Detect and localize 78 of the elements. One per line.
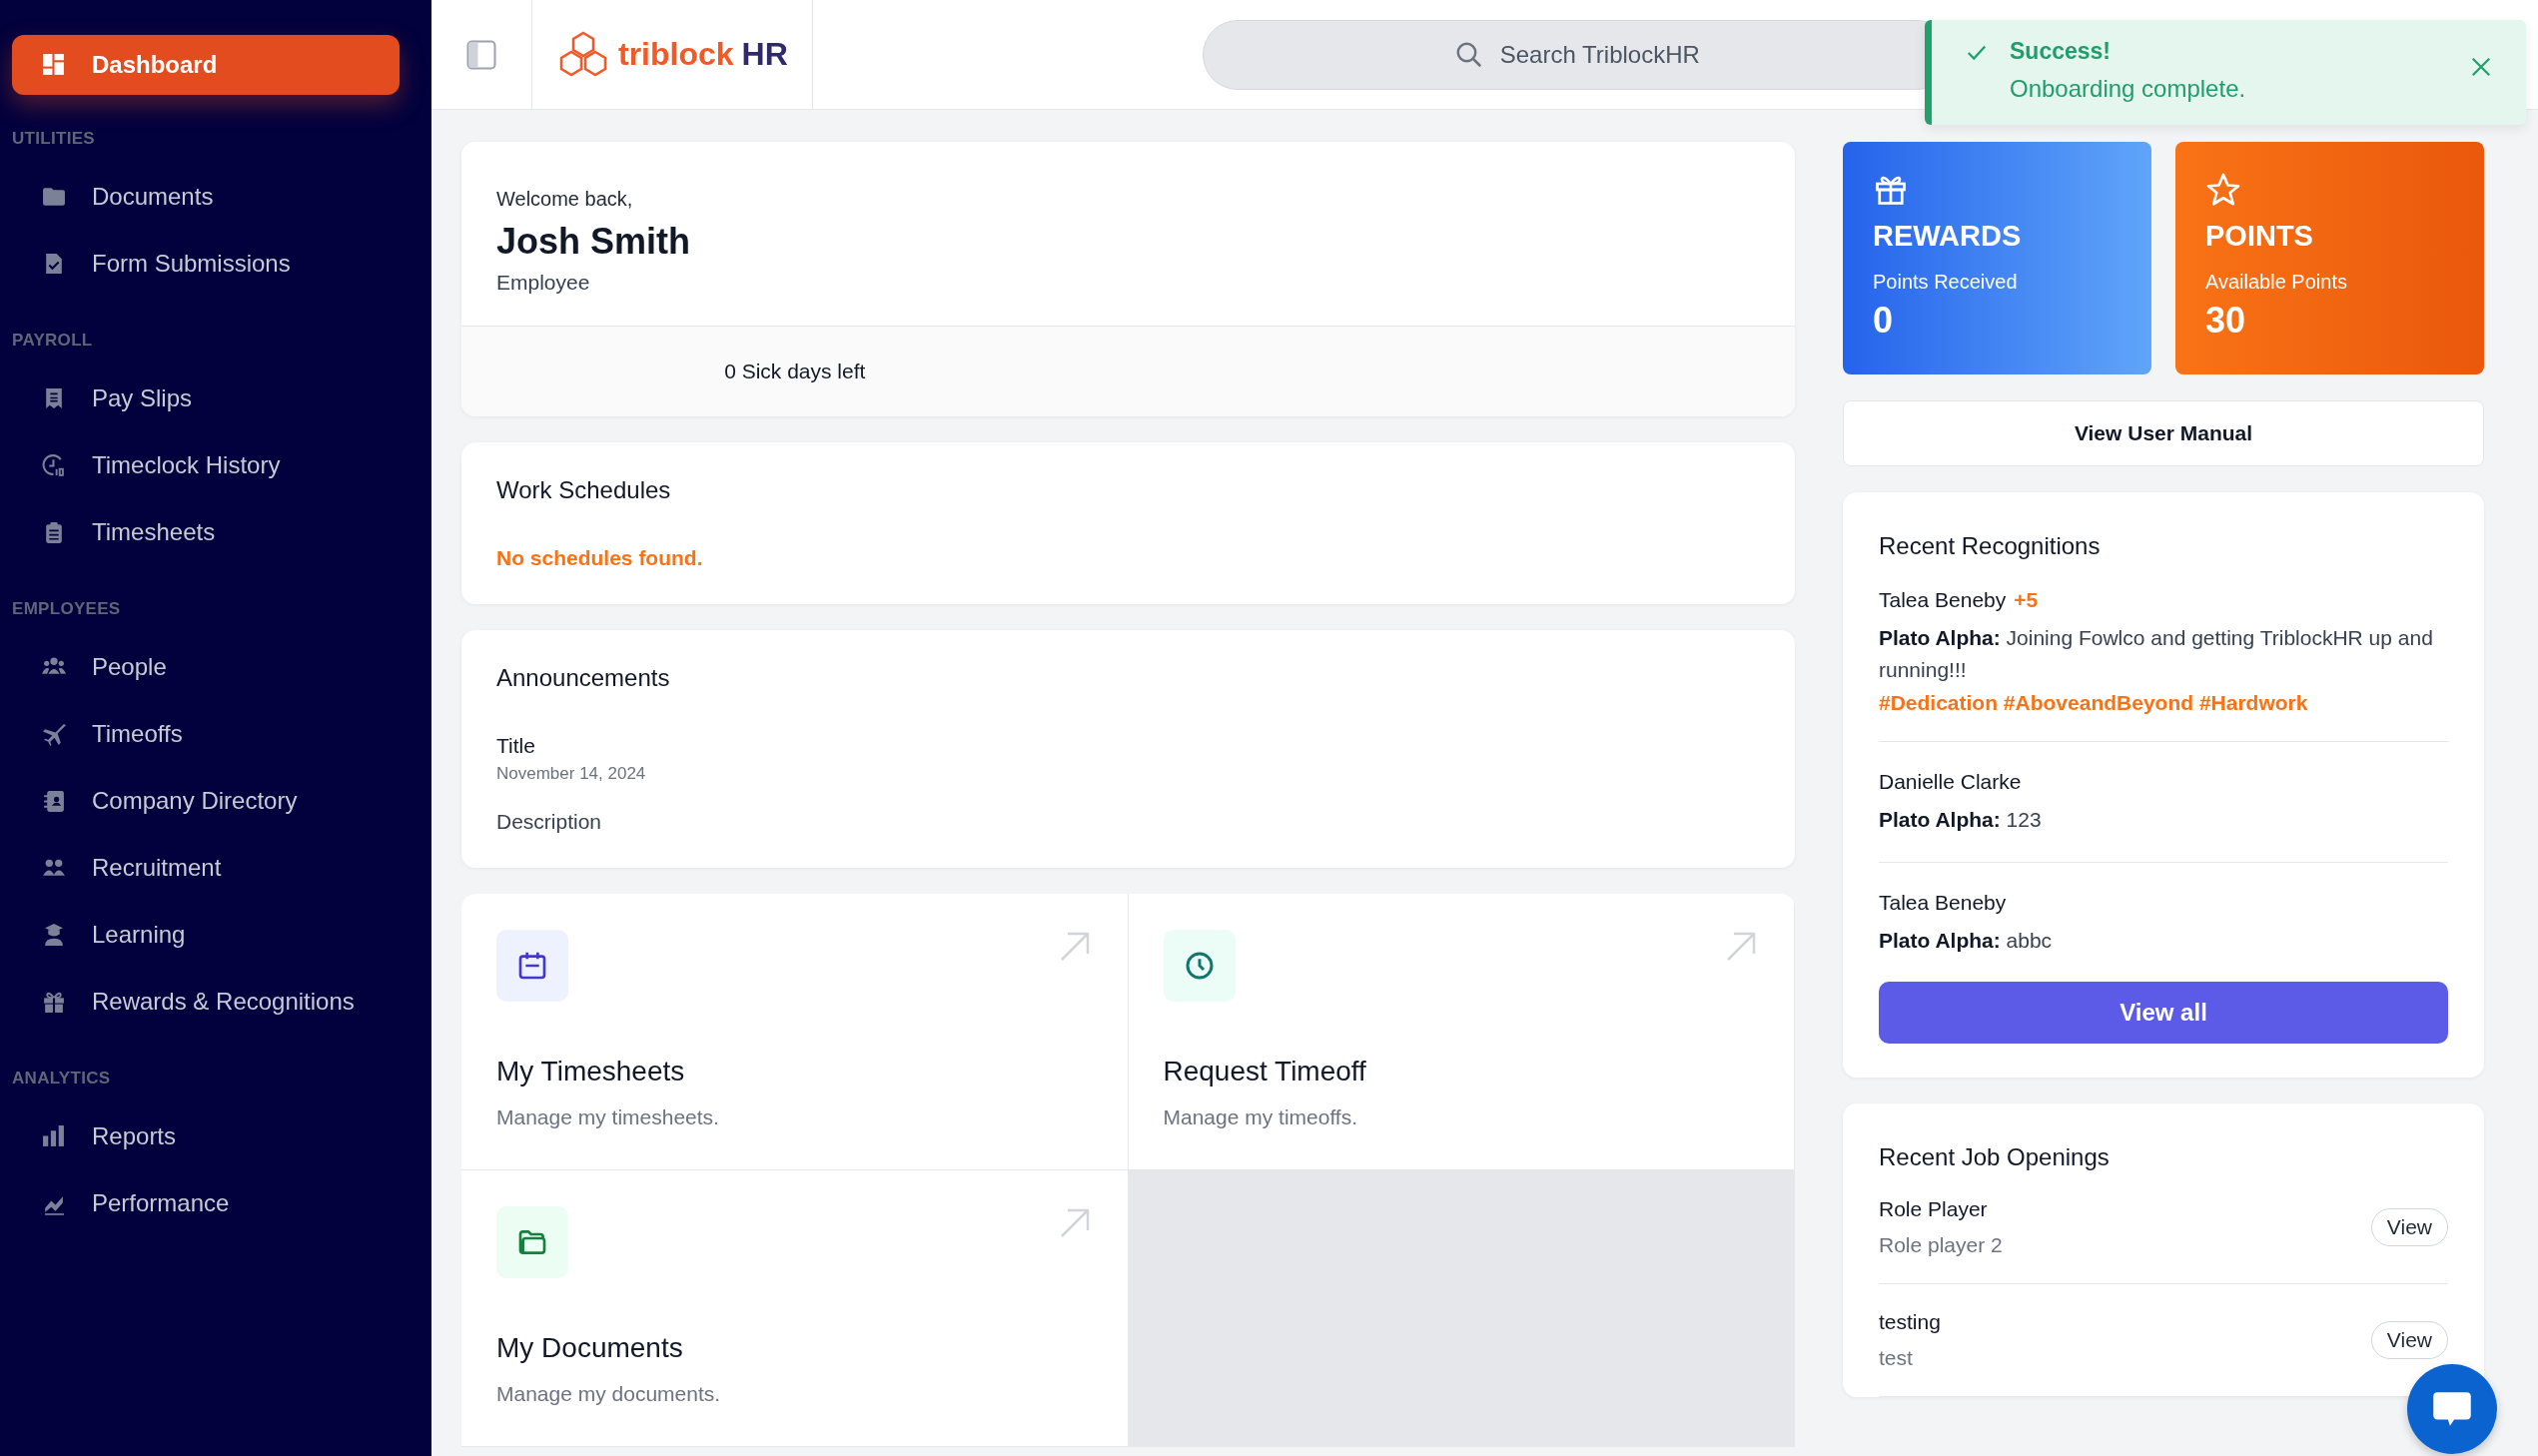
job-title: testing: [1879, 1310, 1941, 1334]
section-label: EMPLOYEES: [12, 599, 122, 619]
link-description: Manage my timesheets.: [496, 1105, 720, 1129]
sidebar-item[interactable]: Form Submissions: [12, 230, 400, 297]
view-button[interactable]: View: [2370, 1208, 2448, 1246]
announcement-date: November 14, 2024: [496, 764, 647, 784]
view-all-button[interactable]: View all: [1879, 982, 2448, 1044]
hashtags: #Dedication #AboveandBeyond #Hardwork: [1879, 691, 2309, 715]
calendar-icon: [516, 950, 548, 982]
card-title: Announcements: [496, 664, 671, 692]
recipient-name: Danielle Clarke: [1879, 770, 2022, 793]
sidebar-item[interactable]: Recruitment: [12, 834, 400, 901]
section-label: PAYROLL: [12, 331, 94, 351]
user-role: Employee: [496, 271, 591, 295]
grid-icon: [42, 53, 66, 77]
recognition-message: Plato Alpha: Joining Fowlco and getting TriblockHR up and running!!!: [1879, 625, 2434, 683]
sidebar-toggle-icon[interactable]: [466, 39, 496, 70]
stat-value: 30: [2205, 300, 2247, 342]
stat-label: Available Points: [2205, 271, 2348, 294]
card-title: Recent Recognitions: [1879, 532, 2102, 560]
sidebar-item[interactable]: Pay Slips: [12, 364, 400, 431]
sidebar-item[interactable]: Documents: [12, 163, 400, 230]
card-title: Recent Job Openings: [1879, 1143, 2111, 1171]
quick-link-card[interactable]: My Documents Manage my documents.: [461, 1170, 1129, 1447]
airplane-icon: [42, 721, 66, 746]
sidebar-item[interactable]: Timeclock History: [12, 431, 400, 498]
link-description: Manage my timeoffs.: [1163, 1105, 1359, 1129]
arrow-icon: [1059, 932, 1090, 962]
arrow-icon: [1726, 932, 1756, 962]
arrow-icon: [1059, 1208, 1090, 1238]
quick-link-card[interactable]: My Timesheets Manage my timesheets.: [461, 894, 1129, 1170]
close-icon[interactable]: [2470, 56, 2492, 78]
section-label: ANALYTICS: [12, 1069, 112, 1089]
card-title: Work Schedules: [496, 476, 672, 504]
stat-value: 0: [1873, 300, 1895, 342]
recognition-message: Plato Alpha: abbc: [1879, 927, 2054, 954]
empty-message: No schedules found.: [496, 546, 704, 570]
sick-days-text: 0 Sick days left: [723, 360, 867, 383]
sidebar-item[interactable]: Rewards & Recognitions: [12, 968, 400, 1035]
sidebar-item[interactable]: People: [12, 633, 400, 700]
link-title: My Documents: [496, 1332, 684, 1364]
link-description: Manage my documents.: [496, 1382, 722, 1406]
view-button[interactable]: View: [2370, 1321, 2448, 1359]
clock-history-icon: [42, 452, 66, 477]
job-subtitle: Role player 2: [1879, 1233, 2003, 1257]
contact-book-icon: [42, 788, 66, 813]
logo-text: triblock: [618, 36, 734, 73]
job-title: Role Player: [1879, 1197, 1989, 1221]
user-manual-button[interactable]: View User Manual: [1843, 400, 2484, 466]
link-title: Request Timeoff: [1163, 1056, 1367, 1088]
star-icon: [2205, 172, 2241, 208]
quick-link-card[interactable]: Request Timeoff Manage my timeoffs.: [1128, 894, 1795, 1170]
toast-title: Success!: [2010, 38, 2112, 65]
points-label: +5: [2014, 588, 2039, 611]
stat-title: REWARDS: [1873, 220, 2023, 253]
stat-label: Points Received: [1873, 271, 2019, 294]
toast-message: Onboarding complete.: [2010, 75, 2246, 103]
logo-text: HR: [741, 36, 788, 73]
sidebar-item[interactable]: Timeoffs: [12, 700, 400, 767]
recognition-message: Plato Alpha: 123: [1879, 807, 2043, 833]
sidebar-item[interactable]: Dashboard: [12, 35, 400, 95]
recipient-name: Talea Beneby: [1879, 890, 2007, 914]
announcement-title: Title: [496, 734, 536, 758]
sidebar-item[interactable]: Reports: [12, 1102, 400, 1169]
bar-chart-icon: [42, 1123, 66, 1148]
greeting: Welcome back,: [495, 187, 634, 211]
section-label: UTILITIES: [12, 129, 96, 149]
sidebar-item[interactable]: Learning: [12, 901, 400, 968]
graduate-icon: [42, 922, 66, 947]
sidebar-item[interactable]: Performance: [12, 1169, 400, 1236]
user-name: Josh Smith: [496, 221, 692, 263]
recipient-name: Talea Beneby: [1879, 588, 2007, 611]
sidebar-item[interactable]: Timesheets: [12, 498, 400, 565]
job-subtitle: test: [1879, 1346, 1914, 1370]
announcement-description: Description: [496, 810, 603, 834]
link-title: My Timesheets: [496, 1056, 686, 1088]
sidebar-item[interactable]: Company Directory: [12, 767, 400, 834]
stat-title: POINTS: [2205, 220, 2314, 253]
